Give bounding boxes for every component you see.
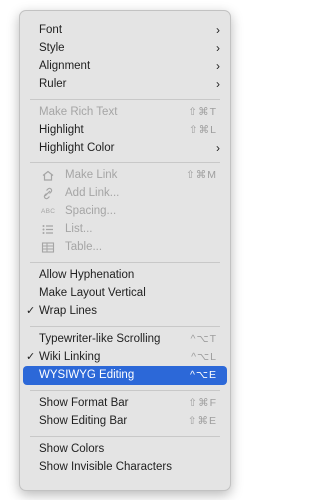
menu-item-label: Make Layout Vertical	[39, 287, 146, 299]
menu-item-label: Make Link	[65, 169, 118, 181]
menu-item-show-editing-bar[interactable]: Show Editing Bar ⇧⌘E	[23, 412, 227, 431]
link-icon	[41, 169, 55, 182]
menu-item-label: Show Editing Bar	[39, 415, 128, 427]
menu-separator	[30, 326, 220, 327]
menu-item-label: Alignment	[39, 60, 91, 72]
menu-separator	[30, 262, 220, 263]
menu-item-style[interactable]: Style ›	[23, 39, 227, 58]
checkmark-icon: ✓	[26, 351, 36, 363]
menu-item-shortcut: ^⌥E	[189, 369, 217, 381]
menu-separator	[30, 99, 220, 100]
menu-item-show-invisible-characters[interactable]: Show Invisible Characters	[23, 458, 227, 477]
menu-item-highlight-color[interactable]: Highlight Color ›	[23, 139, 227, 158]
menu-item-typewriter-scrolling[interactable]: Typewriter-like Scrolling ^⌥T	[23, 330, 227, 349]
menu-item-label: WYSIWYG Editing	[39, 369, 135, 381]
menu-item-label: Show Format Bar	[39, 397, 129, 409]
menu-item-label: List...	[65, 223, 93, 235]
chevron-right-icon: ›	[216, 59, 220, 73]
menu-item-label: Show Colors	[39, 443, 105, 455]
checkmark-icon: ✓	[26, 305, 36, 317]
menu-separator	[30, 436, 220, 437]
menu-item-label: Wiki Linking	[39, 351, 101, 363]
menu-item-label: Highlight	[39, 124, 84, 136]
menu-item-label: Spacing...	[65, 205, 117, 217]
menu-item-highlight[interactable]: Highlight ⇧⌘L	[23, 121, 227, 140]
menu-item-font[interactable]: Font ›	[23, 21, 227, 40]
menu-item-label: Wrap Lines	[39, 305, 97, 317]
menu-item-shortcut: ^⌥L	[191, 351, 217, 363]
menu-item-list: List...	[23, 220, 227, 239]
menu-item-show-format-bar[interactable]: Show Format Bar ⇧⌘F	[23, 394, 227, 413]
menu-item-make-link: Make Link ⇧⌘M	[23, 166, 227, 185]
chevron-right-icon: ›	[216, 141, 220, 155]
menu-item-label: Show Invisible Characters	[39, 461, 172, 473]
format-context-menu: Font › Style › Alignment › Ruler › Make …	[19, 10, 231, 491]
menu-item-wrap-lines[interactable]: ✓ Wrap Lines	[23, 302, 227, 321]
menu-item-shortcut: ^⌥T	[190, 333, 217, 345]
menu-item-make-layout-vertical[interactable]: Make Layout Vertical	[23, 284, 227, 303]
chevron-right-icon: ›	[216, 77, 220, 91]
table-icon	[41, 241, 55, 254]
chevron-right-icon: ›	[216, 23, 220, 37]
menu-item-label: Style	[39, 42, 65, 54]
menu-item-shortcut: ⇧⌘T	[188, 106, 217, 118]
menu-item-table: Table...	[23, 238, 227, 257]
menu-item-make-rich-text: Make Rich Text ⇧⌘T	[23, 103, 227, 122]
menu-item-label: Font	[39, 24, 63, 36]
menu-item-alignment[interactable]: Alignment ›	[23, 57, 227, 76]
menu-item-shortcut: ⇧⌘L	[188, 124, 217, 136]
menu-item-label: Typewriter-like Scrolling	[39, 333, 161, 345]
menu-item-ruler[interactable]: Ruler ›	[23, 75, 227, 94]
menu-item-shortcut: ⇧⌘F	[188, 397, 217, 409]
menu-item-label: Make Rich Text	[39, 106, 118, 118]
menu-item-add-link: Add Link...	[23, 184, 227, 203]
abc-spacing-icon: ABC	[41, 208, 56, 215]
menu-item-wiki-linking[interactable]: ✓ Wiki Linking ^⌥L	[23, 348, 227, 367]
menu-item-shortcut: ⇧⌘M	[185, 169, 217, 181]
menu-item-label: Highlight Color	[39, 142, 115, 154]
menu-item-shortcut: ⇧⌘E	[187, 415, 217, 427]
menu-item-label: Allow Hyphenation	[39, 269, 135, 281]
paperclip-link-icon	[41, 187, 55, 200]
chevron-right-icon: ›	[216, 41, 220, 55]
menu-separator	[30, 162, 220, 163]
menu-item-label: Ruler	[39, 78, 67, 90]
menu-item-show-colors[interactable]: Show Colors	[23, 440, 227, 459]
list-icon	[41, 223, 55, 236]
menu-item-allow-hyphenation[interactable]: Allow Hyphenation	[23, 266, 227, 285]
menu-item-label: Table...	[65, 241, 103, 253]
menu-item-spacing: ABC Spacing...	[23, 202, 227, 221]
menu-item-label: Add Link...	[65, 187, 120, 199]
menu-separator	[30, 390, 220, 391]
menu-item-wysiwyg-editing[interactable]: WYSIWYG Editing ^⌥E	[23, 366, 227, 385]
